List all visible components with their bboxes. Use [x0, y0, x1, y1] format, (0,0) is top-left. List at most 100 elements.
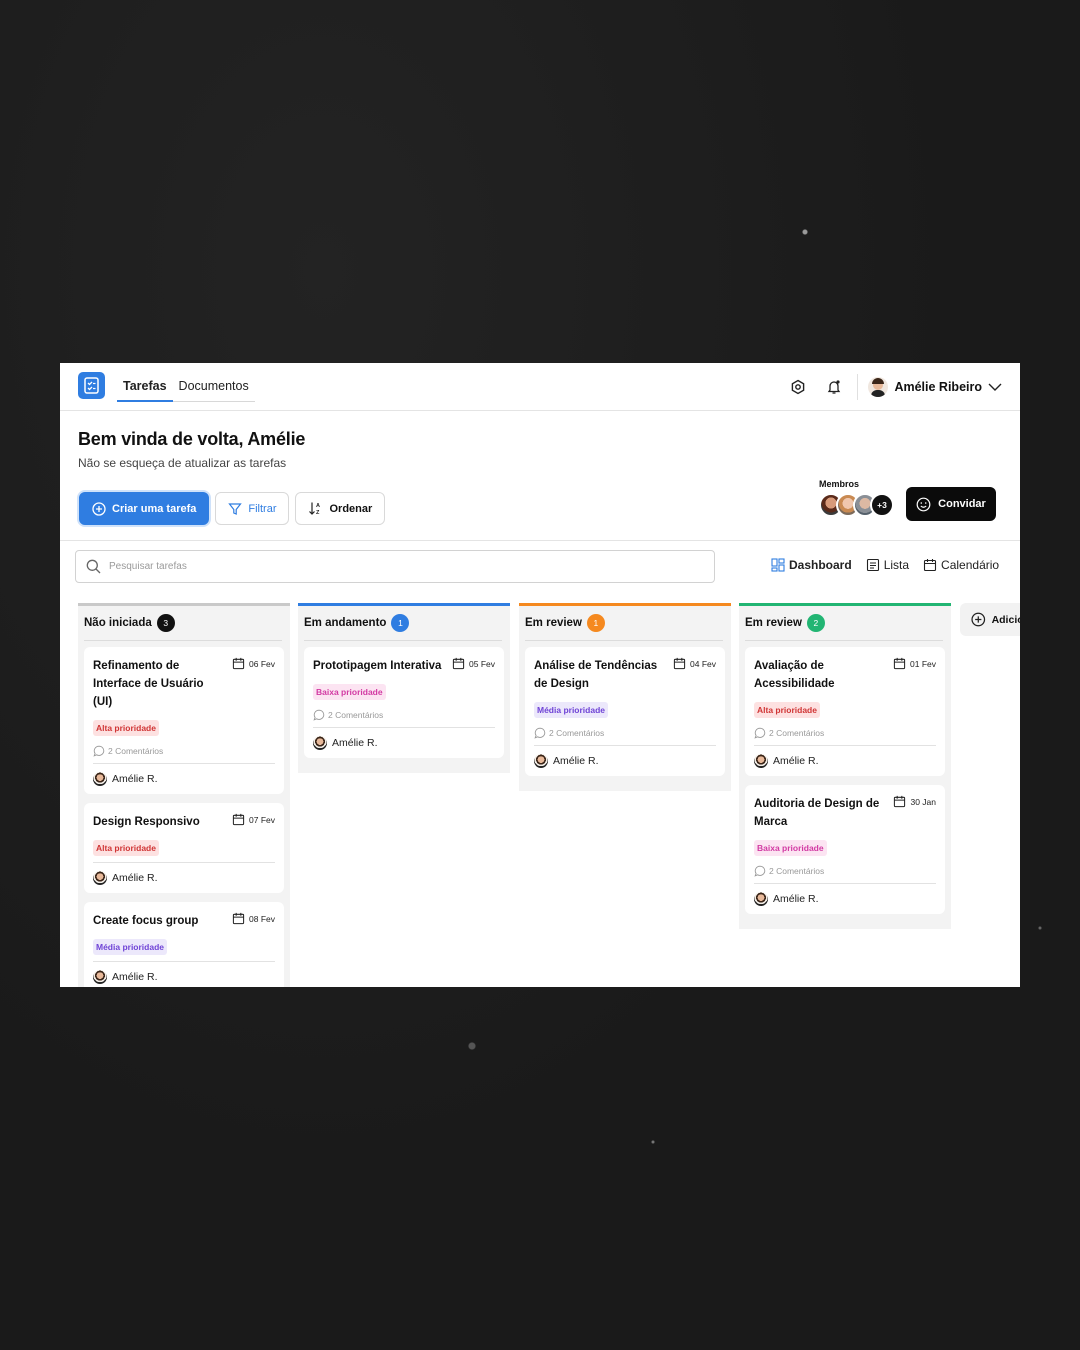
task-card[interactable]: Auditoria de Design de Marca 30 Jan Baix… — [745, 785, 945, 914]
column-count-badge: 3 — [156, 614, 175, 632]
assignee-avatar — [93, 970, 107, 984]
user-menu[interactable]: Amélie Ribeiro — [868, 377, 1002, 397]
task-date: 06 Fev — [232, 657, 275, 670]
task-title: Avaliação de Acessibilidade — [754, 660, 835, 690]
priority-badge: Alta prioridade — [93, 720, 159, 736]
column-title: Em review — [525, 617, 582, 629]
column-em-review: Em review 1 Análise de Tendências de Des… — [519, 603, 731, 791]
card-divider — [93, 862, 275, 863]
comment-icon — [93, 745, 105, 757]
card-divider — [93, 961, 275, 962]
tab-tarefas[interactable]: Tarefas — [117, 363, 173, 402]
task-comments[interactable]: 2 Comentários — [534, 727, 716, 739]
view-calendario[interactable]: Calendário — [923, 558, 999, 572]
task-assignee: Amélie R. — [754, 892, 936, 906]
member-avatars[interactable]: +3 — [819, 493, 894, 517]
calendar-icon — [673, 657, 686, 670]
task-assignee: Amélie R. — [93, 970, 275, 984]
calendar-icon — [452, 657, 465, 670]
task-assignee: Amélie R. — [534, 754, 716, 768]
task-card[interactable]: Create focus group 08 Fev Média priorida… — [84, 902, 284, 987]
assignee-avatar — [754, 754, 768, 768]
comment-icon — [754, 727, 766, 739]
assignee-avatar — [93, 871, 107, 885]
task-date: 05 Fev — [452, 657, 495, 670]
task-comments[interactable]: 2 Comentários — [754, 865, 936, 877]
app-logo-icon[interactable] — [78, 372, 105, 399]
action-bar: Criar uma tarefa Filtrar AZ Ordenar — [79, 492, 386, 525]
column-em-review-2: Em review 2 Avaliação de Acessibilidade … — [739, 603, 951, 929]
view-dashboard[interactable]: Dashboard — [771, 558, 852, 572]
list-icon — [866, 558, 879, 572]
task-date: 07 Fev — [232, 813, 275, 826]
sort-button[interactable]: AZ Ordenar — [295, 492, 386, 525]
notification-bell-icon[interactable] — [823, 376, 845, 398]
task-title: Create focus group — [93, 915, 199, 927]
calendar-icon — [893, 657, 906, 670]
calendar-icon — [923, 559, 937, 572]
column-count-badge: 1 — [586, 614, 605, 632]
filter-button[interactable]: Filtrar — [215, 492, 290, 525]
task-title: Refinamento de Interface de Usuário (UI) — [93, 660, 204, 708]
column-header: Em review 1 — [525, 606, 723, 641]
column-title: Em review — [745, 617, 802, 629]
card-divider — [534, 745, 716, 746]
create-task-button[interactable]: Criar uma tarefa — [79, 492, 210, 525]
add-column-button[interactable]: Adicionar — [960, 603, 1020, 636]
calendar-icon — [894, 795, 906, 808]
plus-circle-icon — [92, 501, 106, 516]
main-tabs: Tarefas Documentos — [117, 363, 255, 402]
view-switcher: Dashboard Lista Calendário — [771, 558, 999, 572]
assignee-avatar — [534, 754, 548, 768]
page-subtitle: Não se esqueça de atualizar as tarefas — [78, 456, 287, 470]
task-title: Análise de Tendências de Design — [534, 660, 658, 690]
priority-badge: Baixa prioridade — [313, 684, 386, 700]
more-members-badge: +3 — [870, 493, 894, 517]
task-card[interactable]: Avaliação de Acessibilidade 01 Fev Alta … — [745, 647, 945, 776]
section-divider — [60, 540, 1020, 541]
task-comments[interactable]: 2 Comentários — [754, 727, 936, 739]
task-card[interactable]: Refinamento de Interface de Usuário (UI)… — [84, 647, 284, 794]
task-date: 04 Fev — [673, 657, 716, 670]
search-bar — [75, 550, 715, 583]
task-title: Design Responsivo — [93, 816, 200, 828]
search-icon — [86, 559, 101, 574]
card-divider — [93, 763, 275, 764]
priority-badge: Média prioridade — [93, 939, 168, 955]
task-card[interactable]: Prototipagem Interativa 05 Fev Baixa pri… — [304, 647, 504, 758]
task-card[interactable]: Design Responsivo 07 Fev Alta prioridade… — [84, 803, 284, 893]
top-bar: Tarefas Documentos Amélie Ribeiro — [60, 363, 1020, 411]
comment-icon — [754, 865, 766, 877]
task-assignee: Amélie R. — [93, 871, 275, 885]
column-title: Em andamento — [304, 617, 387, 629]
comment-icon — [313, 709, 325, 721]
view-lista[interactable]: Lista — [866, 558, 909, 572]
settings-icon[interactable] — [787, 376, 809, 398]
card-divider — [754, 745, 936, 746]
members-section: Membros +3 — [819, 479, 894, 517]
header-actions: Amélie Ribeiro — [773, 363, 1002, 411]
task-date: 08 Fev — [232, 912, 275, 925]
column-title: Não iniciada — [84, 617, 152, 629]
welcome-section: Bem vinda de volta, Amélie Não se esqueç… — [78, 429, 305, 470]
priority-badge: Baixa prioridade — [754, 840, 827, 856]
assignee-avatar — [313, 736, 327, 750]
task-title: Auditoria de Design de Marca — [754, 798, 880, 828]
sort-icon: AZ — [309, 502, 320, 516]
task-assignee: Amélie R. — [754, 754, 936, 768]
column-count-badge: 1 — [391, 614, 410, 632]
dashboard-icon — [771, 558, 785, 572]
task-comments[interactable]: 2 Comentários — [313, 709, 495, 721]
members-label: Membros — [819, 479, 860, 489]
user-avatar — [868, 377, 889, 397]
tab-documentos[interactable]: Documentos — [173, 363, 255, 402]
invite-button[interactable]: Convidar — [906, 487, 996, 521]
task-comments[interactable]: 2 Comentários — [93, 745, 275, 757]
search-input[interactable] — [109, 561, 669, 572]
priority-badge: Alta prioridade — [93, 840, 159, 856]
plus-circle-icon — [971, 612, 986, 627]
task-card[interactable]: Análise de Tendências de Design 04 Fev M… — [525, 647, 725, 776]
header-divider — [857, 374, 859, 400]
task-assignee: Amélie R. — [313, 736, 495, 750]
task-assignee: Amélie R. — [93, 772, 275, 786]
